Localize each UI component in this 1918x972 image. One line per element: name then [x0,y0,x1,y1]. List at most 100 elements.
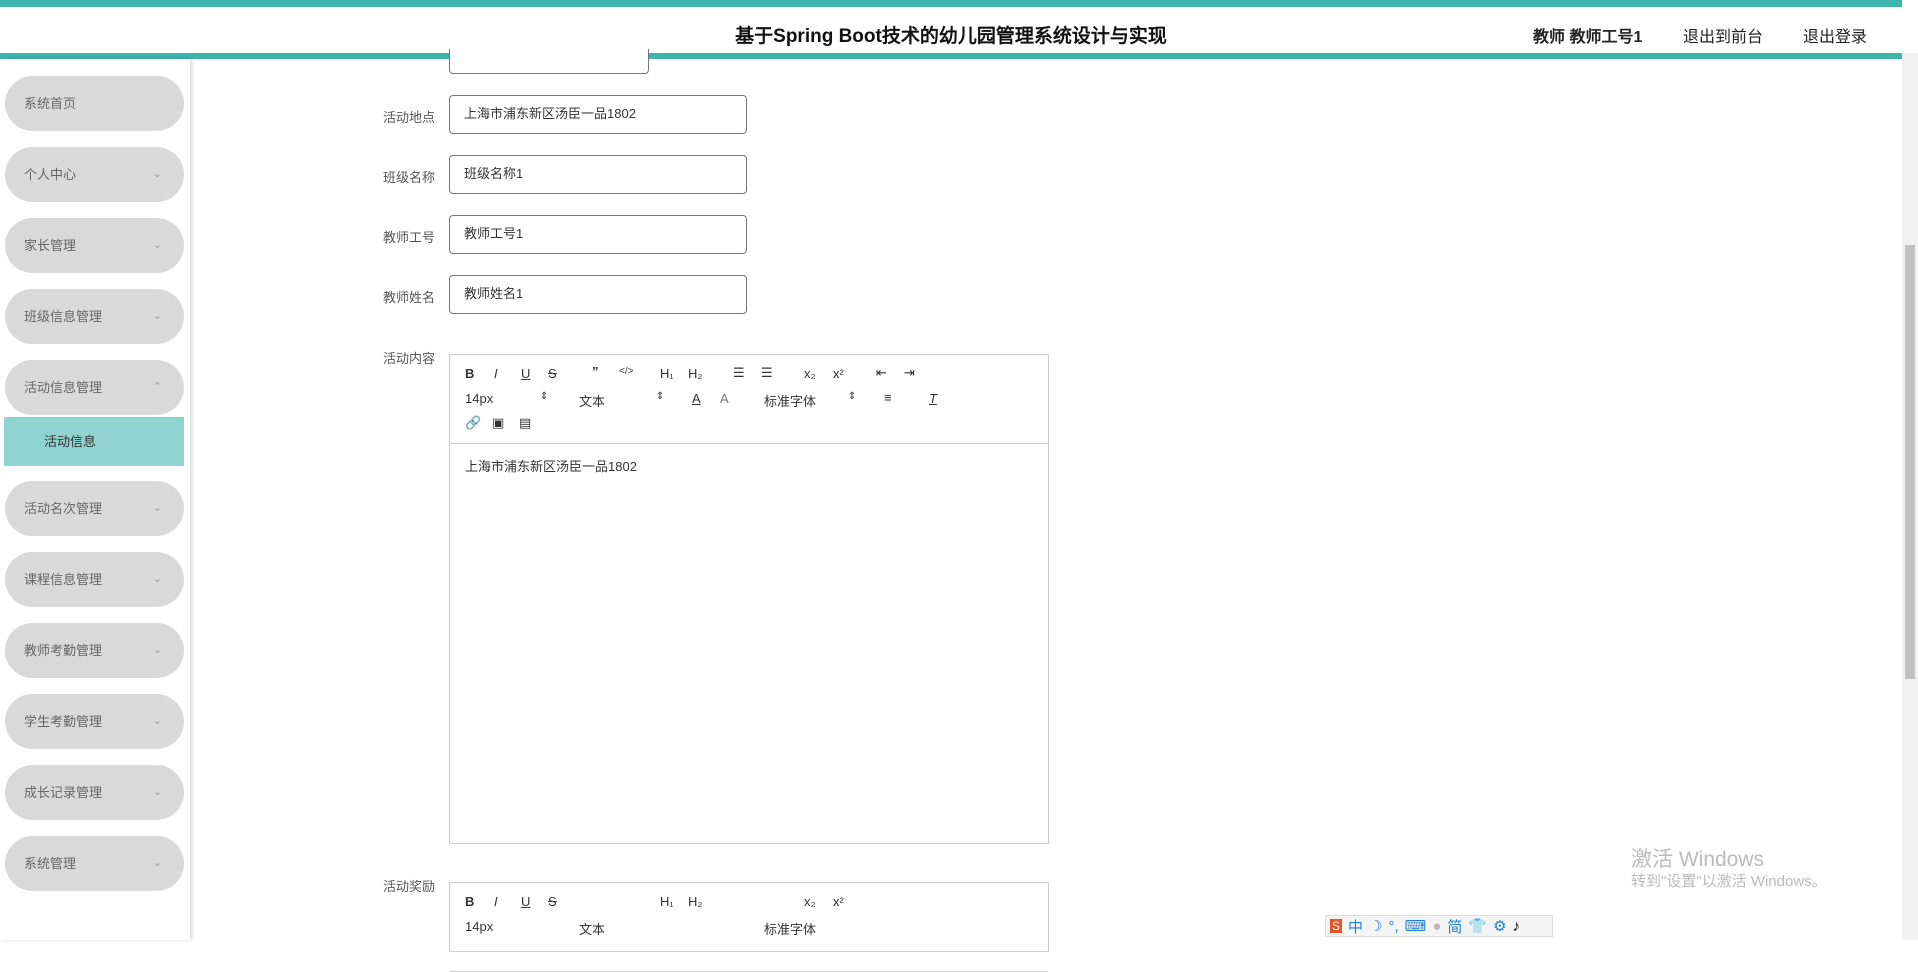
partial-input[interactable] [449,49,649,74]
sidebar-item[interactable]: 系统首页 [5,76,184,131]
video-icon[interactable]: ▤ [519,415,531,431]
strike-icon[interactable]: S [548,366,557,381]
sidebar-item-label: 系统首页 [24,96,77,111]
code-icon[interactable]: </> [619,366,633,377]
font-family-select[interactable]: 标准字体 [764,391,816,410]
h2-icon[interactable]: H₂ [688,366,702,381]
outdent-icon[interactable]: ⇤ [876,365,887,381]
select-arrows-icon: ⇕ [656,391,665,402]
sidebar: 活动信息 系统首页 个人中心 ⌄ 家长管理 ⌄ 班级信息管理 ⌄ 活动信息管理 ⌃ 活动名次管理 ⌄… [0,59,190,940]
italic-icon[interactable]: I [494,366,498,381]
chevron-icon: ⌄ [152,857,162,869]
chevron-icon: ⌄ [152,168,162,180]
font-size-select[interactable]: 14px [465,391,493,406]
punctuation-icon[interactable]: °, [1388,918,1398,935]
skin-icon[interactable]: 👕 [1468,917,1487,935]
logout-link[interactable]: 退出登录 [1803,23,1867,47]
font-color-icon[interactable]: A [692,391,701,406]
select-arrows-icon: ⇕ [848,391,857,402]
tiktok-icon[interactable]: ♪ [1513,918,1521,935]
location-label: 活动地点 [383,110,436,125]
teacher-name-label: 教师姓名 [383,290,436,305]
subscript-icon[interactable]: x₂ [804,366,816,381]
teacher-name-input[interactable]: 教师姓名1 [449,275,747,314]
h1-icon[interactable]: H₁ [660,366,674,381]
scrollbar-thumb[interactable] [1905,245,1915,679]
class-input[interactable]: 班级名称1 [449,155,747,194]
sidebar-item[interactable]: 个人中心 ⌄ [5,147,184,202]
activation-watermark-title: 激活 Windows [1631,848,1765,871]
h2-icon[interactable]: H₂ [688,894,702,909]
underline-icon[interactable]: U [521,894,530,909]
strike-icon[interactable]: S [548,894,557,909]
image-icon[interactable]: ▣ [492,415,504,431]
ime-language[interactable]: 中 [1348,916,1363,937]
reward-label: 活动奖励 [383,879,436,894]
superscript-icon[interactable]: x² [833,366,844,381]
ime-simplified[interactable]: 简 [1447,916,1462,937]
page-scrollbar[interactable] [1902,53,1918,940]
sidebar-item[interactable]: 系统管理 ⌄ [5,836,184,891]
sidebar-item-label: 学生考勤管理 [24,714,103,729]
sidebar-item[interactable]: 活动名次管理 ⌄ [5,481,184,536]
bullet-list-icon[interactable]: ☰ [761,365,773,381]
user-icon[interactable]: ● [1432,918,1441,935]
sidebar-item-label: 成长记录管理 [24,785,103,800]
header: 基于Spring Boot技术的幼儿园管理系统设计与实现 教师 教师工号1 退出… [0,7,1902,53]
sidebar-item[interactable]: 教师考勤管理 ⌄ [5,623,184,678]
subscript-icon[interactable]: x₂ [804,894,816,909]
to-front-link[interactable]: 退出到前台 [1683,23,1763,47]
paragraph-select[interactable]: 文本 [579,919,605,938]
sidebar-item[interactable]: 家长管理 ⌄ [5,218,184,273]
chevron-icon: ⌄ [152,239,162,251]
settings-icon[interactable]: ⚙ [1493,917,1506,935]
chevron-icon: ⌄ [152,715,162,727]
class-label: 班级名称 [383,170,436,185]
editor-toolbar: B I U S ” </> H₁ H₂ ☰ ☰ x₂ x² ⇤ ⇥ 14px ⇕… [450,355,1048,444]
chevron-icon: ⌄ [152,644,162,656]
chevron-icon: ⌃ [152,381,162,393]
bold-icon[interactable]: B [465,366,474,381]
link-icon[interactable]: 🔗 [465,415,481,431]
h1-icon[interactable]: H₁ [660,894,674,909]
top-accent-bar [0,0,1902,7]
paragraph-select[interactable]: 文本 [579,391,605,410]
moon-icon[interactable]: ☽ [1369,917,1382,935]
sidebar-item[interactable]: 班级信息管理 ⌄ [5,289,184,344]
activation-watermark-text: 转到"设置"以激活 Windows。 [1631,873,1827,890]
font-size-select[interactable]: 14px [465,919,493,934]
teacher-id-input[interactable]: 教师工号1 [449,215,747,254]
sidebar-item-label: 课程信息管理 [24,572,103,587]
align-icon[interactable]: ≡ [884,390,892,405]
editor-content[interactable]: 上海市浦东新区汤臣一品1802 [450,444,1048,487]
location-input[interactable]: 上海市浦东新区汤臣一品1802 [449,95,747,134]
indent-icon[interactable]: ⇥ [904,365,915,381]
reward-editor: B I U S H₁ H₂ x₂ x² 14px 文本 标准字体 [449,882,1049,972]
sidebar-item-label: 个人中心 [24,167,77,182]
sidebar-subitem-activity-info[interactable]: 活动信息 [4,417,184,466]
chevron-icon: ⌄ [152,573,162,585]
quote-icon[interactable]: ” [592,364,599,379]
chevron-icon: ⌄ [152,310,162,322]
ordered-list-icon[interactable]: ☰ [733,365,745,381]
underline-icon[interactable]: U [521,366,530,381]
bold-icon[interactable]: B [465,894,474,909]
chevron-icon: ⌄ [152,502,162,514]
sidebar-item-label: 教师考勤管理 [24,643,103,658]
superscript-icon[interactable]: x² [833,894,844,909]
teacher-id-label: 教师工号 [383,230,436,245]
sidebar-item-label: 活动信息管理 [24,380,103,395]
font-family-select[interactable]: 标准字体 [764,919,816,938]
background-color-icon[interactable]: A [720,391,729,406]
clear-format-icon[interactable]: T [929,391,937,406]
keyboard-icon[interactable]: ⌨ [1405,917,1427,935]
content-label: 活动内容 [383,351,436,366]
ime-toolbar[interactable]: S 中 ☽ °, ⌨ ● 简 👕 ⚙ ♪ [1325,915,1553,937]
sidebar-item-label: 活动名次管理 [24,501,103,516]
sidebar-item-label: 家长管理 [24,238,77,253]
sidebar-item[interactable]: 成长记录管理 ⌄ [5,765,184,820]
sidebar-item[interactable]: 课程信息管理 ⌄ [5,552,184,607]
sidebar-item[interactable]: 活动信息管理 ⌃ [5,360,184,415]
italic-icon[interactable]: I [494,894,498,909]
sidebar-item[interactable]: 学生考勤管理 ⌄ [5,694,184,749]
